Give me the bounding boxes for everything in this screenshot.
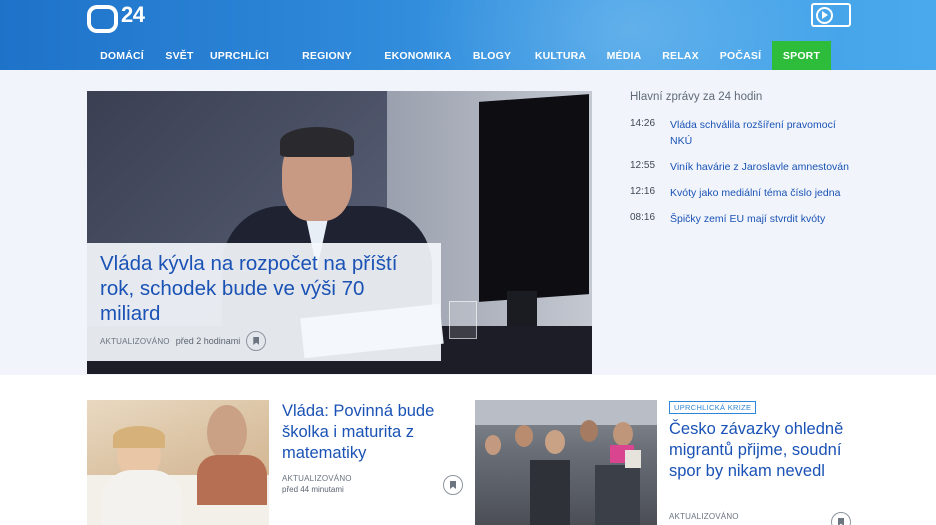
sidebar-title: Hlavní zprávy za 24 hodin (630, 91, 763, 103)
news-link[interactable]: Viník havárie z Jaroslavle amnestován (670, 159, 855, 175)
bookmark-icon (450, 481, 456, 489)
card-time-1: před 44 minutami (282, 485, 344, 494)
play-icon (816, 6, 833, 24)
ct24-logo[interactable]: 24 (87, 2, 145, 33)
news-link[interactable]: Vláda schválila rozšíření pravomocí NKÚ (670, 117, 855, 149)
hero-caption[interactable]: Vláda kývla na rozpočet na příští rok, s… (87, 243, 441, 361)
bookmark-button[interactable] (831, 512, 851, 525)
bookmark-button[interactable] (443, 475, 463, 495)
news-time: 08:16 (630, 212, 656, 223)
nav-item-9[interactable]: POČASÍ (709, 41, 772, 70)
nav-item-0[interactable]: DOMÁCÍ (87, 41, 157, 70)
list-item[interactable]: 08:16 Špičky zemí EU mají stvrdit kvóty (630, 211, 860, 227)
nav-item-8[interactable]: RELAX (652, 41, 709, 70)
card-image-migrants[interactable] (475, 400, 657, 525)
updated-label: AKTUALIZOVÁNO (100, 336, 170, 346)
hero-meta: AKTUALIZOVÁNO před 2 hodinami (100, 331, 267, 351)
news-time: 14:26 (630, 118, 656, 129)
bookmark-button[interactable] (246, 331, 267, 351)
list-item[interactable]: 12:55 Viník havárie z Jaroslavle amnestov… (630, 159, 860, 175)
nav-item-10[interactable]: SPORT (772, 41, 831, 70)
nav-item-7[interactable]: MÉDIA (596, 41, 652, 70)
news-link[interactable]: Špičky zemí EU mají stvrdit kvóty (670, 211, 855, 227)
card-image-kindergarten[interactable] (87, 400, 269, 525)
news-time: 12:55 (630, 160, 656, 171)
updated-label: AKTUALIZOVÁNO (669, 512, 739, 521)
card-meta-2: AKTUALIZOVÁNO (669, 512, 739, 521)
site-header: 24 DOMÁCÍ SVĚT UPRCHLÍCI REGIONY EKONOMIKA BL… (0, 0, 936, 70)
news-time: 12:16 (630, 186, 656, 197)
top-news-sidebar: Hlavní zprávy za 24 hodin 14:26 Vláda sch… (630, 91, 860, 237)
nav-item-2[interactable]: UPRCHLÍCI (202, 41, 277, 70)
bookmark-icon (838, 518, 844, 525)
card-headline-2[interactable]: Česko závazky ohledně migrantů přijme, s… (669, 419, 849, 482)
bookmark-icon (253, 337, 260, 345)
nav-item-3[interactable]: REGIONY (277, 41, 377, 70)
card-headline-1[interactable]: Vláda: Povinná bude školka i maturita z … (282, 401, 462, 464)
card-meta-1: AKTUALIZOVÁNO před 44 minutami (282, 474, 352, 494)
nav-item-1[interactable]: SVĚT (157, 41, 202, 70)
nav-item-6[interactable]: KULTURA (525, 41, 596, 70)
nav-item-4[interactable]: EKONOMIKA (377, 41, 459, 70)
hero-headline[interactable]: Vláda kývla na rozpočet na příští rok, s… (100, 251, 428, 326)
news-link[interactable]: Kvóty jako mediální téma číslo jedna (670, 185, 855, 201)
list-item[interactable]: 14:26 Vláda schválila rozšíření pravomocí… (630, 117, 860, 149)
live-stream-button[interactable] (811, 3, 851, 27)
category-tag[interactable]: UPRCHLICKÁ KRIZE (669, 401, 757, 414)
updated-label: AKTUALIZOVÁNO (282, 474, 352, 483)
logo-text: 24 (121, 2, 145, 27)
main-nav: DOMÁCÍ SVĚT UPRCHLÍCI REGIONY EKONOMIKA BLOGY… (87, 41, 851, 70)
nav-item-5[interactable]: BLOGY (459, 41, 525, 70)
ct-logo-icon (87, 5, 118, 33)
list-item[interactable]: 12:16 Kvóty jako mediální téma číslo jedn… (630, 185, 860, 201)
hero-time: před 2 hodinami (175, 336, 241, 346)
